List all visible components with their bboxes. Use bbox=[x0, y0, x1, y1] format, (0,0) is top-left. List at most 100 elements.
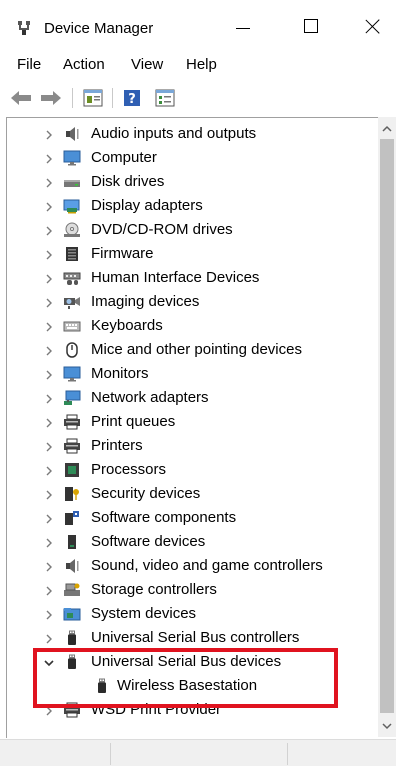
printer-icon bbox=[63, 414, 81, 430]
tree-item-printers[interactable]: Printers bbox=[7, 434, 379, 458]
window-title: Device Manager bbox=[44, 20, 154, 37]
tree-item-label: Mice and other pointing devices bbox=[91, 341, 302, 358]
tree-item-security-devices[interactable]: Security devices bbox=[7, 482, 379, 506]
status-bar bbox=[0, 739, 396, 766]
processor-icon bbox=[63, 462, 81, 478]
vertical-scrollbar[interactable] bbox=[378, 117, 396, 737]
software-device-icon bbox=[63, 534, 81, 550]
storage-icon bbox=[63, 582, 81, 598]
tree-item-imaging-devices[interactable]: Imaging devices bbox=[7, 290, 379, 314]
close-button[interactable] bbox=[350, 8, 396, 44]
tree-item-label: Audio inputs and outputs bbox=[91, 125, 257, 142]
chevron-right-icon[interactable] bbox=[43, 152, 55, 164]
scroll-up-button[interactable] bbox=[378, 119, 396, 137]
status-divider bbox=[287, 743, 288, 765]
toolbar-separator bbox=[72, 88, 73, 108]
help-icon: ? bbox=[124, 90, 140, 107]
tree-item-universal-serial-bus-devices[interactable]: Universal Serial Bus devices bbox=[7, 650, 379, 674]
chevron-right-icon[interactable] bbox=[43, 248, 55, 260]
chevron-right-icon[interactable] bbox=[43, 368, 55, 380]
printer-icon bbox=[63, 702, 81, 718]
chevron-right-icon[interactable] bbox=[43, 320, 55, 332]
chevron-right-icon[interactable] bbox=[43, 632, 55, 644]
tree-item-label: Firmware bbox=[91, 245, 154, 262]
security-icon bbox=[63, 486, 81, 502]
minimize-icon bbox=[236, 27, 250, 29]
usb-icon bbox=[63, 654, 81, 670]
system-folder-icon bbox=[63, 606, 81, 622]
printer-icon bbox=[63, 438, 81, 454]
tree-item-label: Display adapters bbox=[91, 197, 203, 214]
tree-item-audio-inputs-and-outputs[interactable]: Audio inputs and outputs bbox=[7, 122, 379, 146]
tree-item-software-devices[interactable]: Software devices bbox=[7, 530, 379, 554]
tree-item-sound-video-and-game-controllers[interactable]: Sound, video and game controllers bbox=[7, 554, 379, 578]
chevron-right-icon[interactable] bbox=[43, 560, 55, 572]
chevron-right-icon[interactable] bbox=[43, 512, 55, 524]
menu-file[interactable]: File bbox=[17, 56, 41, 74]
network-icon bbox=[63, 390, 81, 406]
tree-item-firmware[interactable]: Firmware bbox=[7, 242, 379, 266]
chevron-right-icon[interactable] bbox=[43, 224, 55, 236]
tree-item-label: Print queues bbox=[91, 413, 176, 430]
forward-button[interactable] bbox=[38, 87, 64, 109]
chevron-right-icon[interactable] bbox=[43, 704, 55, 716]
tree-item-label: Software devices bbox=[91, 533, 206, 550]
chevron-right-icon[interactable] bbox=[43, 488, 55, 500]
device-tree[interactable]: Audio inputs and outputs Computer Disk dri… bbox=[6, 117, 396, 738]
tree-item-software-components[interactable]: Software components bbox=[7, 506, 379, 530]
tree-item-processors[interactable]: Processors bbox=[7, 458, 379, 482]
chevron-right-icon[interactable] bbox=[43, 272, 55, 284]
chevron-right-icon[interactable] bbox=[43, 176, 55, 188]
help-button[interactable]: ? bbox=[122, 87, 142, 109]
chevron-down-icon bbox=[382, 722, 392, 729]
tree-item-label: Universal Serial Bus devices bbox=[91, 653, 282, 670]
tree-item-label: Human Interface Devices bbox=[91, 269, 260, 286]
toolbar-separator bbox=[112, 88, 113, 108]
view-button[interactable] bbox=[154, 87, 176, 109]
chevron-right-icon[interactable] bbox=[43, 464, 55, 476]
menu-help[interactable]: Help bbox=[186, 56, 217, 74]
tree-item-mice-and-other-pointing-devices[interactable]: Mice and other pointing devices bbox=[7, 338, 379, 362]
tree-item-human-interface-devices[interactable]: Human Interface Devices bbox=[7, 266, 379, 290]
chevron-down-icon[interactable] bbox=[43, 656, 55, 668]
tree-item-display-adapters[interactable]: Display adapters bbox=[7, 194, 379, 218]
back-button[interactable] bbox=[8, 87, 34, 109]
chevron-right-icon[interactable] bbox=[43, 344, 55, 356]
tree-item-keyboards[interactable]: Keyboards bbox=[7, 314, 379, 338]
tree-item-wsd-print-provider[interactable]: WSD Print Provider bbox=[7, 698, 379, 722]
tree-item-wireless-basestation[interactable]: Wireless Basestation bbox=[7, 674, 379, 698]
menu-action[interactable]: Action bbox=[63, 56, 105, 74]
menu-view[interactable]: View bbox=[131, 56, 163, 74]
tree-item-label: Processors bbox=[91, 461, 167, 478]
usb-icon bbox=[63, 630, 81, 646]
minimize-button[interactable] bbox=[220, 8, 266, 44]
tree-item-dvd-cd-rom-drives[interactable]: DVD/CD-ROM drives bbox=[7, 218, 379, 242]
menu-bar: File Action View Help bbox=[0, 48, 396, 80]
tree-item-label: Monitors bbox=[91, 365, 149, 382]
maximize-icon bbox=[304, 19, 318, 33]
chevron-right-icon[interactable] bbox=[43, 200, 55, 212]
chevron-right-icon[interactable] bbox=[43, 608, 55, 620]
tree-item-monitors[interactable]: Monitors bbox=[7, 362, 379, 386]
maximize-button[interactable] bbox=[288, 8, 334, 44]
tree-item-network-adapters[interactable]: Network adapters bbox=[7, 386, 379, 410]
scrollbar-thumb[interactable] bbox=[380, 139, 394, 713]
properties-button[interactable] bbox=[82, 87, 104, 109]
chevron-right-icon[interactable] bbox=[43, 440, 55, 452]
chevron-right-icon[interactable] bbox=[43, 584, 55, 596]
chevron-right-icon[interactable] bbox=[43, 416, 55, 428]
tree-item-print-queues[interactable]: Print queues bbox=[7, 410, 379, 434]
tree-item-disk-drives[interactable]: Disk drives bbox=[7, 170, 379, 194]
tree-item-computer[interactable]: Computer bbox=[7, 146, 379, 170]
tree-item-universal-serial-bus-controllers[interactable]: Universal Serial Bus controllers bbox=[7, 626, 379, 650]
tree-item-system-devices[interactable]: System devices bbox=[7, 602, 379, 626]
tree-item-storage-controllers[interactable]: Storage controllers bbox=[7, 578, 379, 602]
toolbar: ? bbox=[0, 82, 396, 114]
chevron-right-icon[interactable] bbox=[43, 296, 55, 308]
usb-icon bbox=[93, 678, 111, 694]
chevron-right-icon[interactable] bbox=[43, 128, 55, 140]
chevron-right-icon[interactable] bbox=[43, 536, 55, 548]
scroll-down-button[interactable] bbox=[378, 717, 396, 735]
svg-text:?: ? bbox=[128, 92, 136, 107]
chevron-right-icon[interactable] bbox=[43, 392, 55, 404]
